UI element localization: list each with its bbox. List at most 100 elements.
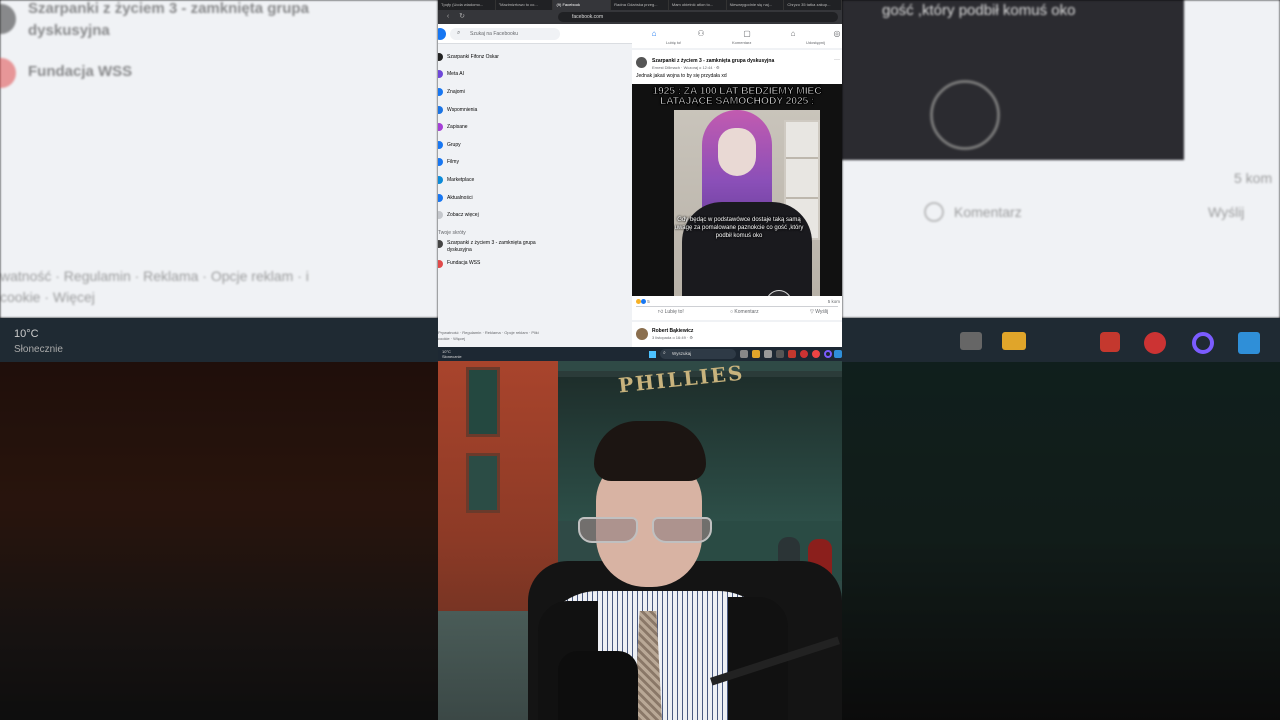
window <box>466 367 500 437</box>
like-button[interactable]: 👍︎ Lubię to! <box>658 309 684 315</box>
facebook-footer-links[interactable]: Prywatność · Regulamin · Reklama · Opcje… <box>438 330 548 342</box>
meta-ai-icon <box>438 70 443 79</box>
prev-comment-button[interactable]: Komentarz <box>732 40 751 45</box>
share-button[interactable]: ▽ Wyślij <box>810 309 828 315</box>
weather-widget[interactable]: 10°C Słonecznie <box>442 349 462 359</box>
back-icon[interactable]: ‹ <box>444 13 452 21</box>
facebook-logo-icon[interactable] <box>438 28 446 40</box>
bookmark-icon <box>438 123 443 132</box>
next-post-meta[interactable]: 3 listopada o 16:49 · ⚙ <box>652 335 693 340</box>
prev-share-button[interactable]: Udostępnij <box>806 40 825 45</box>
post-author-time[interactable]: Ernest Dillmach · Wczoraj o 12:44 · ⚙ <box>652 65 720 70</box>
video-frame: Szarpanki z życiem 3 - zamknięta grupa d… <box>0 0 1280 720</box>
weather-condition: Słonecznie <box>442 354 462 359</box>
webcam-feed: PHILLIES <box>438 361 842 720</box>
blurred-comment-btn: Komentarz <box>954 204 1022 220</box>
reload-icon[interactable]: ↻ <box>458 13 466 21</box>
nav-item-label: Marketplace <box>447 176 475 183</box>
nav-item-label: Grupy <box>447 141 461 148</box>
group-avatar[interactable] <box>636 57 647 68</box>
blurred-fundacja: Fundacja WSS <box>28 63 133 80</box>
nav-item-groups[interactable]: Grupy <box>438 136 628 154</box>
pen-app-icon[interactable] <box>834 350 842 358</box>
windows-taskbar: 10°C Słonecznie ⌕ Wyszukaj <box>438 347 842 361</box>
meme-subtitle: Gdy będąc w podstawówce dostaje taką sam… <box>674 217 804 239</box>
prev-like-button[interactable]: Lubię to! <box>666 40 681 45</box>
like-reaction-icon <box>641 299 646 305</box>
feed-post: Szarpanki z życiem 3 - zamknięta grupa d… <box>632 50 842 320</box>
opera-icon[interactable] <box>800 350 808 358</box>
blurred-share-btn: Wyślij <box>1208 204 1245 220</box>
nav-item-profile[interactable]: Szarpanki Fifonz Oskar <box>438 48 628 66</box>
comment-count[interactable]: 5 kom <box>828 299 840 304</box>
clock-icon <box>438 105 443 114</box>
post-group-name[interactable]: Szarpanki z życiem 3 - zamknięta grupa d… <box>652 58 774 64</box>
reaction-summary[interactable]: 5 <box>636 299 650 305</box>
comment-icon-blurred <box>924 202 944 222</box>
more-options-icon[interactable]: ··· <box>834 57 840 63</box>
friends-icon <box>438 87 443 96</box>
divider <box>636 306 838 307</box>
search-placeholder: Szukaj na Facebooku <box>470 31 519 37</box>
blurred-brave-icon <box>1100 332 1120 352</box>
nav-item-meta-ai[interactable]: Meta AI <box>438 66 628 84</box>
shortcut-label: Fundacja WSS <box>447 259 481 266</box>
file-explorer-icon[interactable] <box>752 350 760 358</box>
shortcut-fundacja[interactable]: Fundacja WSS <box>438 259 548 268</box>
chevron-down-icon <box>438 211 443 220</box>
blurred-folder-icon <box>1002 332 1026 350</box>
browser-tab[interactable]: Niewarygodnie się naj... <box>727 0 785 10</box>
blurred-webcam-left <box>0 362 438 720</box>
blurred-taskbar-left: 10°C Słonecznie <box>0 318 438 362</box>
next-post: Robert Bąkiewicz 3 listopada o 16:49 · ⚙ <box>632 322 842 347</box>
nav-item-marketplace[interactable]: Marketplace <box>438 171 628 189</box>
browser-tab[interactable]: Radna Gdańska przeg... <box>611 0 669 10</box>
nav-item-memories[interactable]: Wspomnienia <box>438 101 628 119</box>
nav-item-feeds[interactable]: Aktualności <box>438 189 628 207</box>
blurred-comments: 5 kom <box>1234 170 1273 186</box>
circle-app-icon[interactable] <box>824 350 832 358</box>
app-icon[interactable] <box>812 350 820 358</box>
next-post-author[interactable]: Robert Bąkiewicz <box>652 328 693 334</box>
browser-tab[interactable]: "Mazimizrtowo to co... <box>496 0 554 10</box>
comment-label: Komentarz <box>734 309 759 315</box>
group-avatar <box>438 239 443 248</box>
blurred-group-name: Szarpanki z życiem 3 - zamknięta grupa d… <box>28 0 309 39</box>
brave-browser-icon[interactable] <box>788 350 796 358</box>
windows-start-icon[interactable] <box>649 351 656 358</box>
task-view-icon[interactable] <box>740 350 748 358</box>
url-field[interactable]: facebook.com <box>558 12 838 22</box>
app-icon[interactable] <box>764 350 772 358</box>
fundacja-avatar <box>438 259 443 268</box>
profile-avatar <box>438 52 443 61</box>
comment-button[interactable]: ○ Komentarz <box>730 309 759 315</box>
nav-item-see-more[interactable]: Zobacz więcej <box>438 206 628 224</box>
blurred-taskbar-right <box>842 318 1280 362</box>
browser-tab[interactable]: Mam obietnić atlon to... <box>669 0 727 10</box>
app-icon[interactable] <box>776 350 784 358</box>
fundacja-avatar-blurred <box>0 58 16 88</box>
blurred-footer: watność · Regulamin · Reklama · Opcje re… <box>0 268 309 305</box>
like-label: Lubię to! <box>664 309 684 315</box>
like-icon: 👍︎ <box>658 309 665 315</box>
post-image[interactable]: 1925 : ZA 100 LAT BĘDZIEMY MIEĆ LATAJĄCE… <box>632 84 842 296</box>
post-caption: Jednak jakaś wojna to by się przydała xd <box>636 73 727 79</box>
nav-item-saved[interactable]: Zapisane <box>438 118 628 136</box>
shortcut-group[interactable]: Szarpanki z życiem 3 - zamknięta grupa d… <box>438 239 548 254</box>
nav-item-video[interactable]: Filmy <box>438 154 628 172</box>
blurred-facebook-left: Szarpanki z życiem 3 - zamknięta grupa d… <box>0 0 438 318</box>
shortcut-label: Szarpanki z życiem 3 - zamknięta grupa d… <box>447 239 536 253</box>
window <box>466 453 500 513</box>
taskbar-search-label: Wyszukaj <box>672 351 692 356</box>
microphone <box>558 651 638 720</box>
lens <box>652 517 712 543</box>
browser-tab-active[interactable]: (9) Facebook <box>553 0 612 10</box>
facebook-search-input[interactable]: ⌕ Szukaj na Facebooku <box>450 28 560 40</box>
nav-item-label: Znajomi <box>447 88 465 95</box>
nav-item-friends[interactable]: Znajomi <box>438 83 628 101</box>
author-avatar[interactable] <box>636 328 648 340</box>
browser-tab[interactable]: Chryzo 35 tatka zakup... <box>784 0 842 10</box>
taskbar-search[interactable]: ⌕ Wyszukaj <box>660 349 736 359</box>
center-video: Tpqfy (Ucda wiadomo... "Mazimizrtowo to … <box>438 0 842 720</box>
browser-tab[interactable]: Tpqfy (Ucda wiadomo... <box>438 0 496 10</box>
